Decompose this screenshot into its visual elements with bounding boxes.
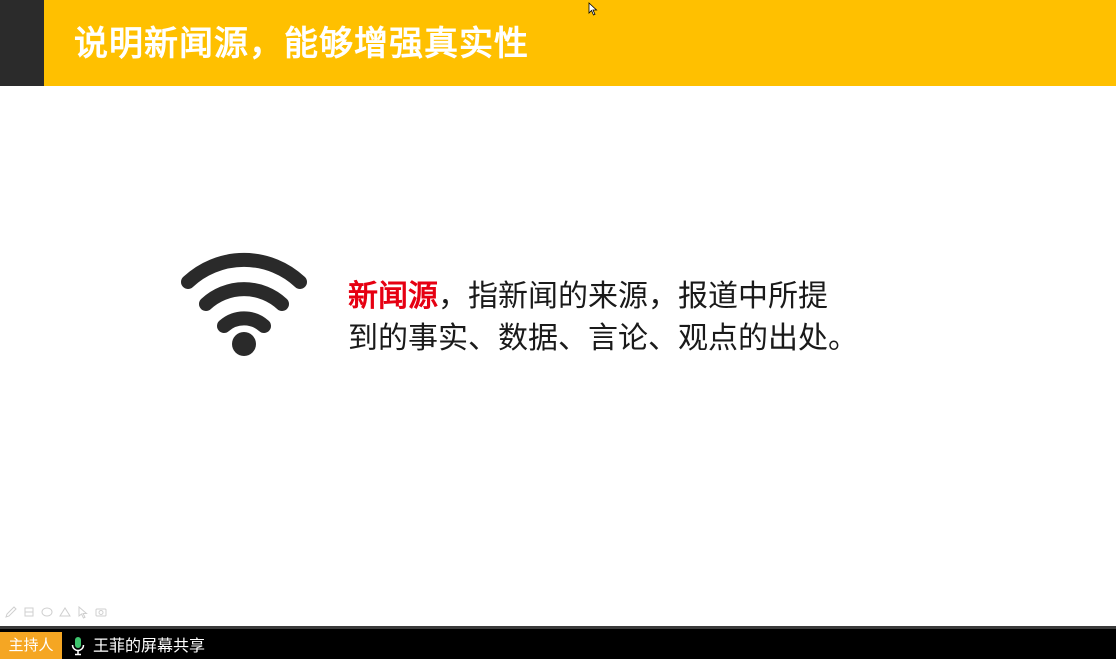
header-accent-block bbox=[0, 0, 44, 86]
screen-share-view: 说明新闻源，能够增强真实性 新闻源，指新闻的来源，报道中所提 到的事实、数据、言… bbox=[0, 0, 1116, 659]
wifi-icon bbox=[181, 252, 307, 356]
microphone-icon[interactable] bbox=[70, 636, 86, 656]
body-line-2: 到的事实、数据、言论、观点的出处。 bbox=[348, 321, 858, 356]
body-line-1-rest: ，指新闻的来源，报道中所提 bbox=[438, 279, 828, 314]
camera-icon[interactable] bbox=[94, 605, 108, 619]
body-line-1: 新闻源，指新闻的来源，报道中所提 bbox=[348, 276, 948, 318]
status-bar-divider bbox=[0, 626, 1116, 629]
slide-header: 说明新闻源，能够增强真实性 bbox=[0, 0, 1116, 86]
host-badge: 主持人 bbox=[0, 632, 62, 659]
slide-title: 说明新闻源，能够增强真实性 bbox=[74, 24, 529, 64]
pointer-icon[interactable] bbox=[76, 605, 90, 619]
mouse-cursor-icon bbox=[588, 2, 598, 16]
shape-icon[interactable] bbox=[58, 605, 72, 619]
slide-body-text: 新闻源，指新闻的来源，报道中所提 到的事实、数据、言论、观点的出处。 bbox=[348, 276, 948, 360]
highlighter-icon[interactable] bbox=[22, 605, 36, 619]
screen-share-label: 王菲的屏幕共享 bbox=[93, 636, 206, 655]
annotation-toolbar bbox=[4, 604, 108, 620]
eraser-icon[interactable] bbox=[40, 605, 54, 619]
pen-icon[interactable] bbox=[4, 605, 18, 619]
body-highlight-term: 新闻源 bbox=[348, 279, 438, 314]
